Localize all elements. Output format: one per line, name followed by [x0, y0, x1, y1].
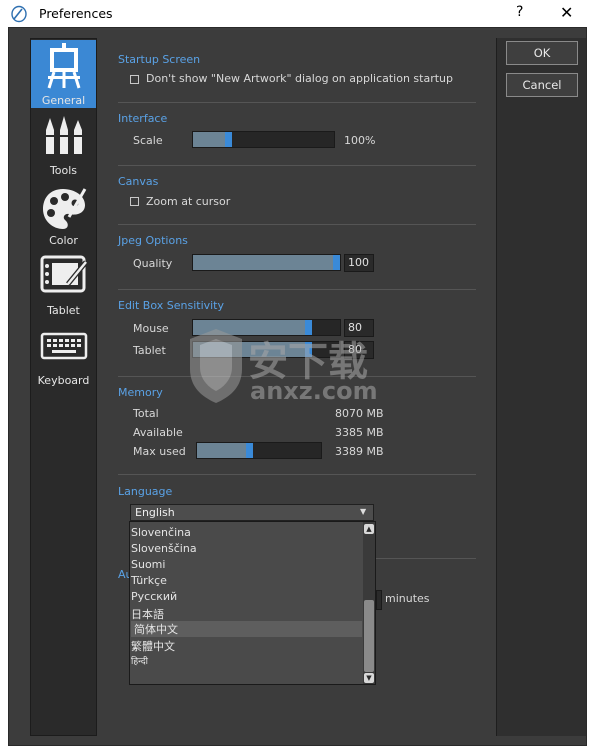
- dont-show-new-artwork-label: Don't show "New Artwork" dialog on appli…: [146, 72, 454, 85]
- language-option[interactable]: Slovenščina: [131, 542, 361, 555]
- language-option[interactable]: 日本語: [131, 606, 361, 622]
- scroll-up-icon[interactable]: ▲: [364, 524, 374, 534]
- slider-fill: [197, 443, 249, 458]
- brushes-icon: [31, 116, 96, 159]
- app-logo-icon: [11, 5, 27, 23]
- tablet-icon: [31, 254, 96, 299]
- scale-slider[interactable]: [192, 131, 335, 148]
- slider-handle[interactable]: [333, 255, 340, 270]
- keyboard-icon: [31, 332, 96, 363]
- ok-button[interactable]: OK: [506, 41, 578, 65]
- sidebar-item-keyboard[interactable]: Keyboard: [31, 330, 96, 390]
- help-button[interactable]: ?: [516, 4, 523, 20]
- tablet-label: Tablet: [133, 344, 166, 357]
- sidebar-item-general[interactable]: General: [31, 40, 96, 108]
- button-panel: [496, 38, 586, 736]
- language-select[interactable]: English ▼: [130, 504, 374, 521]
- title-bar: Preferences ? ✕: [0, 0, 595, 27]
- watermark-logo: 安下载 anxz.com: [186, 325, 391, 415]
- scrollbar-thumb[interactable]: [364, 600, 374, 672]
- section-title-language: Language: [118, 485, 173, 498]
- zoom-at-cursor-checkbox[interactable]: [130, 197, 139, 206]
- scale-value: 100%: [344, 134, 376, 147]
- memory-total-label: Total: [133, 407, 159, 420]
- scroll-down-icon[interactable]: ▼: [364, 673, 374, 683]
- zoom-at-cursor-label: Zoom at cursor: [146, 195, 231, 208]
- sidebar-item-label: Keyboard: [37, 374, 90, 387]
- slider-fill: [193, 132, 228, 147]
- memory-available-value: 3385 MB: [335, 426, 384, 439]
- autosave-minutes-label: minutes: [385, 592, 430, 605]
- language-option[interactable]: Türkçe: [131, 574, 361, 587]
- section-divider: [118, 289, 476, 290]
- slider-handle[interactable]: [225, 132, 232, 147]
- sidebar-item-label: Tools: [49, 164, 78, 177]
- section-title-interface: Interface: [118, 112, 168, 125]
- language-option[interactable]: हिन्दी: [131, 654, 361, 667]
- sidebar-item-tablet[interactable]: Tablet: [31, 252, 96, 318]
- memory-maxused-label: Max used: [133, 445, 186, 458]
- sidebar-item-tools[interactable]: Tools: [31, 112, 96, 178]
- window-frame: [0, 27, 8, 754]
- section-divider: [118, 165, 476, 166]
- section-divider: [118, 102, 476, 103]
- chevron-down-icon: ▼: [360, 507, 367, 516]
- language-option[interactable]: Suomi: [131, 558, 361, 571]
- language-option-highlighted[interactable]: 简体中文: [131, 621, 362, 637]
- sidebar-item-label: Tablet: [47, 304, 80, 317]
- window-title: Preferences: [39, 6, 113, 21]
- autosave-interval-input[interactable]: [376, 590, 382, 610]
- section-divider: [118, 224, 476, 225]
- mouse-label: Mouse: [133, 322, 169, 335]
- dont-show-new-artwork-checkbox[interactable]: [130, 75, 139, 84]
- close-button[interactable]: ✕: [560, 3, 573, 22]
- memory-maxused-value: 3389 MB: [335, 445, 384, 458]
- max-used-slider[interactable]: [196, 442, 322, 459]
- language-select-value: English: [135, 506, 175, 519]
- cancel-button[interactable]: Cancel: [506, 73, 578, 97]
- shield-icon: [190, 329, 242, 403]
- section-title-memory: Memory: [118, 386, 163, 399]
- easel-icon: [31, 43, 96, 92]
- section-divider: [376, 558, 476, 559]
- scale-label: Scale: [133, 134, 163, 147]
- language-option[interactable]: Slovenčina: [131, 526, 361, 539]
- section-title-canvas: Canvas: [118, 175, 159, 188]
- slider-handle[interactable]: [246, 443, 253, 458]
- palette-icon: [31, 187, 96, 234]
- memory-available-label: Available: [133, 426, 183, 439]
- section-title-jpeg: Jpeg Options: [118, 234, 188, 247]
- section-divider: [118, 474, 476, 475]
- sidebar-item-label: Color: [49, 234, 78, 247]
- section-title-startup: Startup Screen: [118, 53, 201, 66]
- sidebar-item-label: General: [41, 94, 86, 107]
- watermark-url: anxz.com: [250, 377, 378, 405]
- quality-slider[interactable]: [192, 254, 341, 271]
- slider-fill: [193, 255, 336, 270]
- sidebar-item-color[interactable]: Color: [31, 184, 96, 250]
- language-option[interactable]: Русский: [131, 590, 361, 603]
- quality-label: Quality: [133, 257, 173, 270]
- language-option[interactable]: 繁體中文: [131, 638, 361, 654]
- quality-input[interactable]: 100: [344, 254, 374, 272]
- section-title-editbox: Edit Box Sensitivity: [118, 299, 225, 312]
